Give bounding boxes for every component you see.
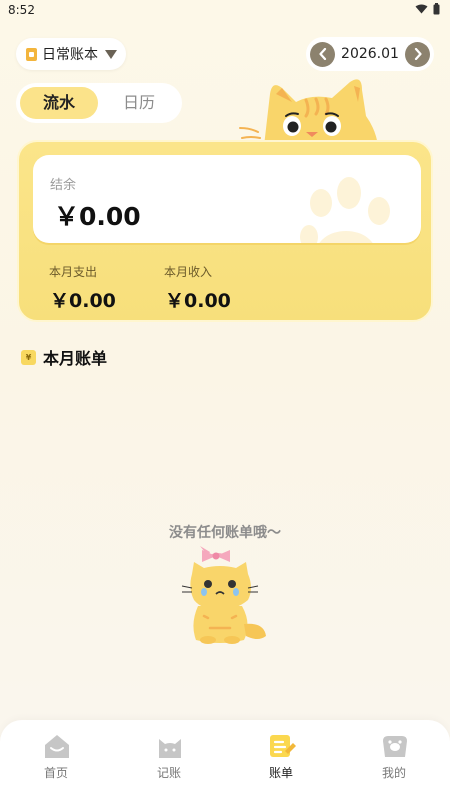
income-label: 本月收入 — [164, 265, 213, 279]
balance-amount: ￥0.00 — [54, 202, 141, 231]
home-icon — [45, 735, 69, 758]
chevron-left-icon — [318, 48, 326, 60]
bottom-nav: 首页 记账 账单 我的 — [0, 720, 450, 800]
tab-calendar[interactable]: 日历 — [100, 87, 178, 119]
monthly-bills-header: ¥ 本月账单 — [21, 345, 107, 369]
profile-icon — [383, 736, 407, 757]
nav-item-profile[interactable]: 我的 — [338, 720, 450, 800]
tab-list[interactable]: 流水 — [20, 87, 98, 119]
section-title: 本月账单 — [43, 349, 108, 368]
view-tabs: 流水 日历 — [16, 83, 182, 123]
summary-card: 结余 ￥0.00 本月支出 ￥0.00 本月收入 ￥0.00 — [17, 140, 433, 322]
prev-month-button[interactable] — [310, 41, 335, 67]
next-month-button[interactable] — [405, 41, 430, 67]
balance-panel: 结余 ￥0.00 — [33, 155, 421, 243]
nav-label-bills: 账单 — [268, 766, 293, 780]
nav-label-profile: 我的 — [381, 766, 406, 780]
account-book-label: 日常账本 — [42, 47, 98, 63]
nav-item-record[interactable]: 记账 — [113, 720, 225, 800]
expense-amount: ￥0.00 — [50, 290, 116, 312]
account-book-selector[interactable]: 日常账本 — [16, 38, 126, 70]
battery-icon — [433, 3, 440, 15]
wifi-icon — [415, 4, 428, 14]
empty-state-text: 没有任何账单哦～ — [169, 525, 281, 541]
expense-label: 本月支出 — [49, 265, 98, 279]
peeking-cat-icon — [239, 79, 378, 146]
caret-down-icon — [105, 49, 117, 59]
status-time: 8:52 — [8, 3, 35, 17]
chevron-right-icon — [414, 48, 422, 60]
month-label[interactable]: 2026.01 — [341, 46, 399, 62]
nav-label-home: 首页 — [43, 766, 68, 780]
paw-print-icon — [300, 177, 390, 243]
account-book-icon — [26, 47, 37, 61]
nav-label-record: 记账 — [156, 766, 181, 780]
income-amount: ￥0.00 — [165, 290, 231, 312]
status-icons — [415, 3, 440, 15]
nav-item-bills[interactable]: 账单 — [225, 720, 337, 800]
nav-item-home[interactable]: 首页 — [0, 720, 112, 800]
balance-label: 结余 — [50, 178, 77, 193]
status-bar: 8:52 — [0, 0, 450, 22]
cat-face-icon — [159, 739, 181, 758]
yen-icon: ¥ — [21, 349, 36, 365]
crying-cat-illustration — [181, 546, 266, 644]
bill-icon — [270, 735, 296, 757]
